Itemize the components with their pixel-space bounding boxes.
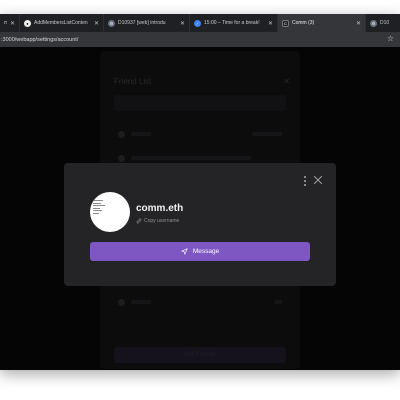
avatar-icon <box>118 154 125 162</box>
avatar-icon <box>118 298 125 306</box>
tab-title: 15:00 – Time for a break! <box>204 20 260 26</box>
tab-5-active[interactable]: C Comm (3) ✕ <box>278 14 366 32</box>
tab-3[interactable]: ⚙ D10937 [web] introdu ✕ <box>104 14 190 32</box>
avatar-image <box>93 200 105 214</box>
address-bar[interactable]: :3000/webapp/settings/account/ ☆ <box>0 32 400 47</box>
message-button[interactable]: Message <box>90 242 310 261</box>
close-icon[interactable] <box>313 175 323 185</box>
placeholder-line <box>252 132 282 136</box>
username: comm.eth <box>136 203 184 214</box>
placeholder-line <box>131 132 151 136</box>
tab-title: m <box>4 20 7 26</box>
search-input-dimmed <box>114 95 286 111</box>
bookmark-star-icon[interactable]: ☆ <box>387 34 394 43</box>
copy-username-label: Copy username <box>144 218 180 224</box>
placeholder-line <box>131 156 251 160</box>
message-button-label: Message <box>192 248 220 255</box>
add-friends-button-dimmed: Add Friends <box>114 347 286 363</box>
close-tab-icon[interactable]: ✕ <box>10 20 15 27</box>
placeholder-line <box>274 300 282 304</box>
github-icon: ● <box>24 19 31 27</box>
comm-icon: C <box>282 19 289 27</box>
close-tab-icon[interactable]: ✕ <box>268 20 273 27</box>
copy-username-button[interactable]: Copy username <box>136 218 179 224</box>
tab-strip: m ✕ ● AddMembersListConten ✕ ⚙ D10937 [w… <box>0 14 400 32</box>
list-item <box>118 153 282 163</box>
close-icon: ✕ <box>283 77 290 86</box>
close-tab-icon[interactable]: ✕ <box>180 20 185 27</box>
tab-title: D10937 [web] introdu <box>118 20 166 26</box>
timer-icon: ✓ <box>194 19 201 27</box>
tab-title: D10 <box>380 20 390 26</box>
user-profile-modal: comm.eth Copy username Message <box>64 163 336 286</box>
close-tab-icon[interactable]: ✕ <box>356 20 361 27</box>
tab-2[interactable]: ● AddMembersListConten ✕ <box>20 14 104 32</box>
send-icon <box>181 248 188 255</box>
page-viewport: Friend List ✕ Add Friends comm.eth Copy … <box>0 47 400 370</box>
list-item <box>118 297 282 307</box>
tab-title: Comm (3) <box>292 20 315 26</box>
tab-4[interactable]: ✓ 15:00 – Time for a break! ✕ <box>190 14 278 32</box>
close-tab-icon[interactable]: ✕ <box>94 20 99 27</box>
tab-title: AddMembersListConten <box>34 20 88 26</box>
phabricator-icon: ⚙ <box>370 19 377 27</box>
phabricator-icon: ⚙ <box>108 19 115 27</box>
tab-1[interactable]: m ✕ <box>0 14 20 32</box>
friend-list-title: Friend List <box>114 77 152 86</box>
avatar-icon <box>118 130 125 138</box>
placeholder-line <box>131 300 151 304</box>
avatar <box>90 192 130 232</box>
more-options-icon[interactable] <box>302 176 308 186</box>
url-text[interactable]: :3000/webapp/settings/account/ <box>0 37 78 43</box>
tab-6[interactable]: ⚙ D10 <box>366 14 400 32</box>
list-item <box>118 129 282 139</box>
browser-window: m ✕ ● AddMembersListConten ✕ ⚙ D10937 [w… <box>0 14 400 370</box>
link-icon <box>136 218 142 224</box>
